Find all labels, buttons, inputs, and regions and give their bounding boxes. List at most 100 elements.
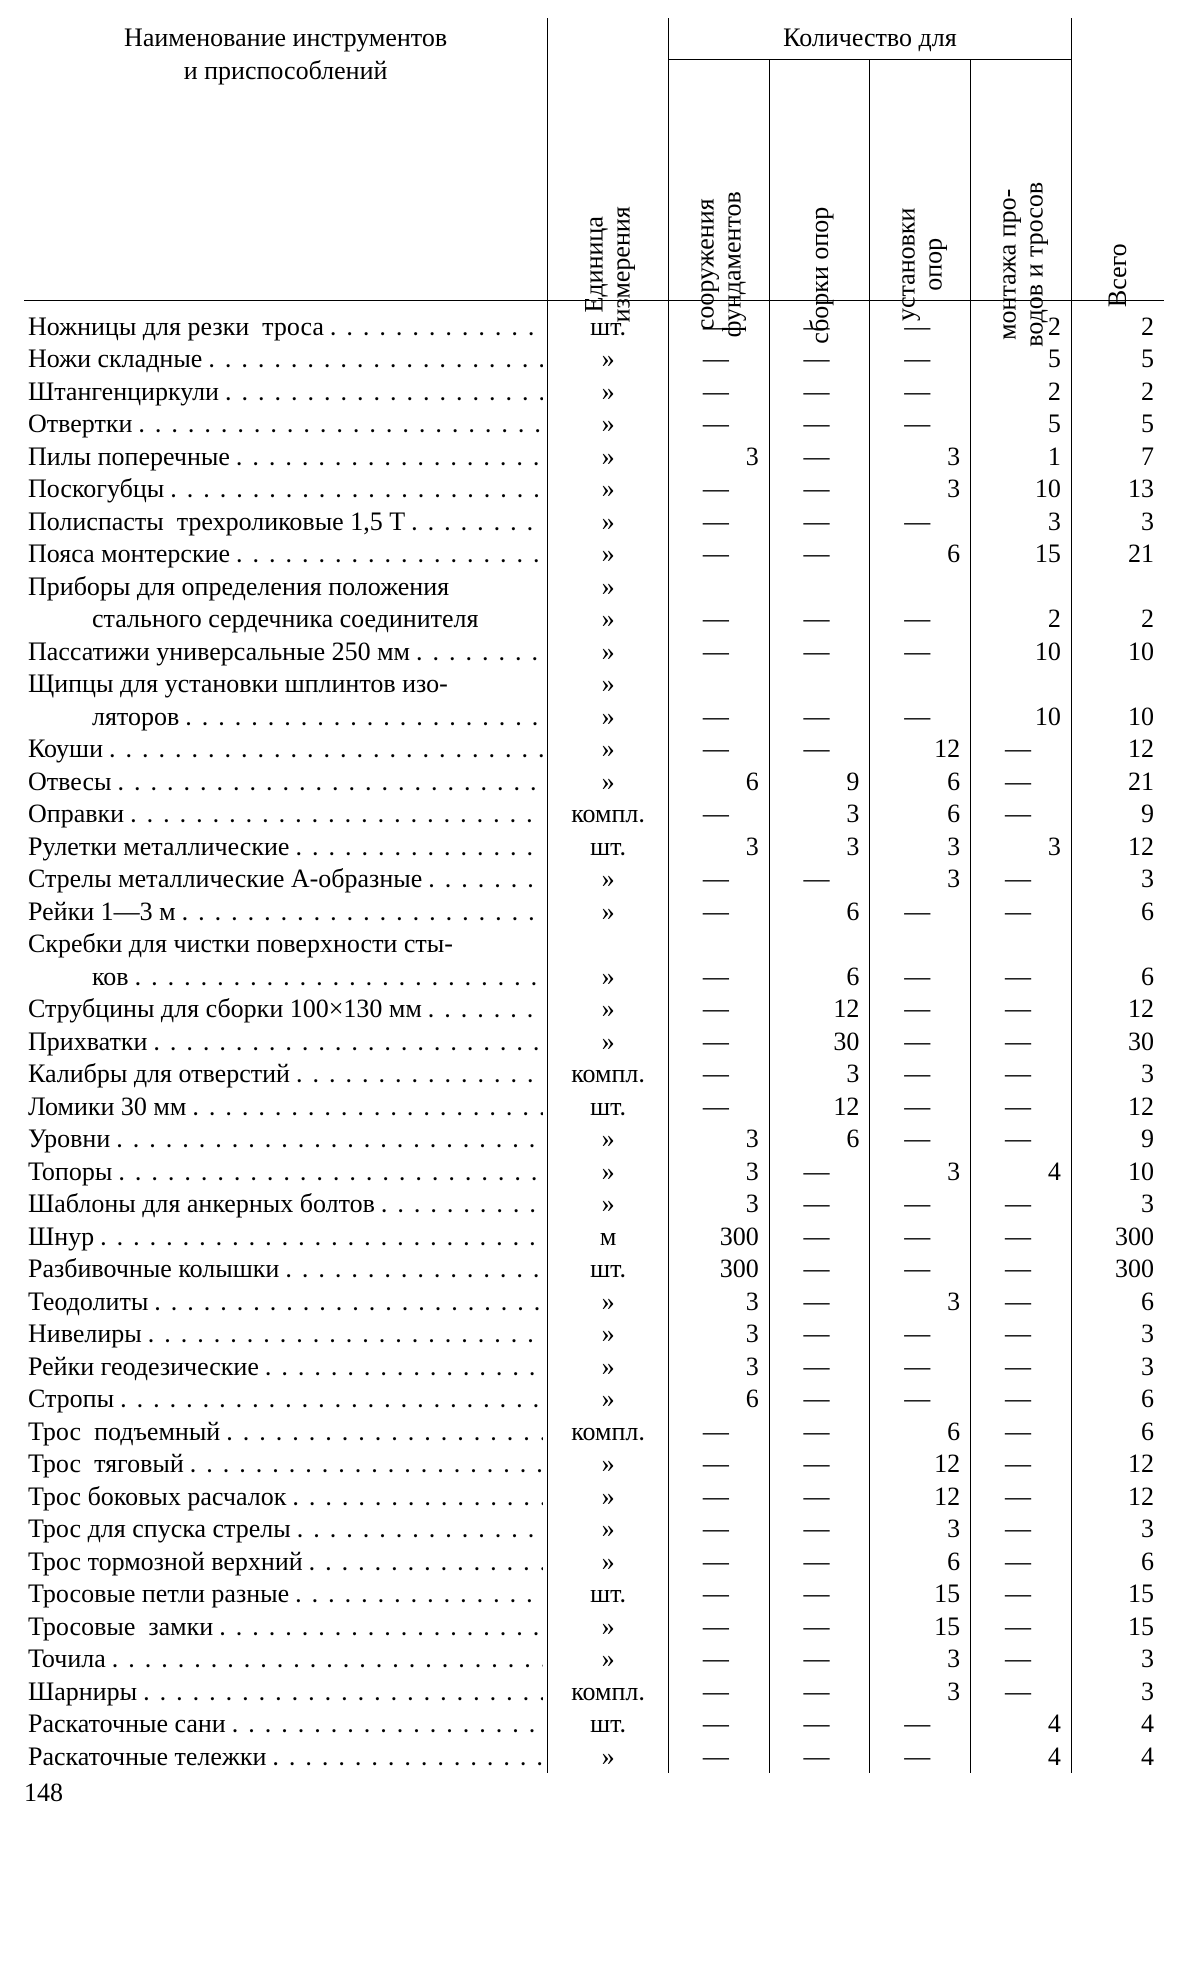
row-qty: 6 xyxy=(870,798,971,831)
row-qty: — xyxy=(669,1513,770,1546)
table-row: Струбцины для сборки 100×130 мм.........… xyxy=(24,993,1164,1026)
row-unit: » xyxy=(548,1513,669,1546)
row-qty: — xyxy=(971,1546,1072,1579)
header-name: Наименование инструментов и приспособлен… xyxy=(28,22,543,87)
table-body: Ножницы для резки троса.................… xyxy=(24,300,1164,1773)
row-total: 6 xyxy=(1071,1383,1164,1416)
row-name: Ломики 30 мм............................… xyxy=(24,1091,548,1124)
table-row: ков.....................................… xyxy=(24,961,1164,994)
row-qty: — xyxy=(769,1546,870,1579)
row-qty xyxy=(769,571,870,604)
row-name: Отвертки................................… xyxy=(24,408,548,441)
row-qty: — xyxy=(769,733,870,766)
row-unit: » xyxy=(548,441,669,474)
row-qty xyxy=(769,668,870,701)
row-qty: — xyxy=(971,1286,1072,1319)
row-unit: » xyxy=(548,571,669,604)
row-qty: — xyxy=(971,1026,1072,1059)
row-name: Тросовые петли разные...................… xyxy=(24,1578,548,1611)
row-unit xyxy=(548,928,669,961)
header-col-4: монтажа про- водов и тросов xyxy=(994,139,1049,389)
row-qty: — xyxy=(870,1188,971,1221)
row-total: 21 xyxy=(1071,766,1164,799)
row-unit: » xyxy=(548,1383,669,1416)
row-qty: — xyxy=(669,1676,770,1709)
row-total: 21 xyxy=(1071,538,1164,571)
row-name: Трос боковых расчалок...................… xyxy=(24,1481,548,1514)
row-total: 10 xyxy=(1071,636,1164,669)
row-name: Трос тяговый............................… xyxy=(24,1448,548,1481)
row-name: Шарниры.................................… xyxy=(24,1676,548,1709)
row-qty: 3 xyxy=(870,1676,971,1709)
row-total: 300 xyxy=(1071,1253,1164,1286)
row-name: Скребки для чистки поверхности сты- xyxy=(24,928,548,961)
row-qty: 15 xyxy=(870,1611,971,1644)
table-row: Скребки для чистки поверхности сты- xyxy=(24,928,1164,961)
row-qty: — xyxy=(669,603,770,636)
row-qty: — xyxy=(971,961,1072,994)
row-qty: — xyxy=(870,506,971,539)
row-qty: — xyxy=(769,1611,870,1644)
row-qty: 1 xyxy=(971,441,1072,474)
row-qty: 6 xyxy=(669,1383,770,1416)
row-qty: — xyxy=(769,1676,870,1709)
row-unit: » xyxy=(548,668,669,701)
row-qty: 3 xyxy=(870,473,971,506)
table-row: Пояса монтерские........................… xyxy=(24,538,1164,571)
table-row: Калибры для отверстий...................… xyxy=(24,1058,1164,1091)
row-qty: — xyxy=(769,506,870,539)
row-qty: — xyxy=(971,1643,1072,1676)
row-name: Стрелы металлические А-образные.........… xyxy=(24,863,548,896)
row-unit: » xyxy=(548,1123,669,1156)
row-total: 3 xyxy=(1071,1058,1164,1091)
row-qty: — xyxy=(669,538,770,571)
row-unit: » xyxy=(548,701,669,734)
row-qty: 6 xyxy=(669,766,770,799)
table-row: Коуши...................................… xyxy=(24,733,1164,766)
row-qty: — xyxy=(971,1091,1072,1124)
row-total: 3 xyxy=(1071,1676,1164,1709)
row-unit: шт. xyxy=(548,1578,669,1611)
row-qty: — xyxy=(669,1741,770,1774)
row-unit: компл. xyxy=(548,1058,669,1091)
row-total: 2 xyxy=(1071,603,1164,636)
table-row: Отвертки................................… xyxy=(24,408,1164,441)
row-unit: » xyxy=(548,1188,669,1221)
row-name: Шаблоны для анкерных болтов.............… xyxy=(24,1188,548,1221)
row-total: 10 xyxy=(1071,701,1164,734)
row-qty: — xyxy=(870,603,971,636)
row-qty: — xyxy=(669,1481,770,1514)
row-qty: 12 xyxy=(769,993,870,1026)
table-row: Раскаточные тележки.....................… xyxy=(24,1741,1164,1774)
row-name: Трос тормозной верхний..................… xyxy=(24,1546,548,1579)
row-total: 6 xyxy=(1071,1286,1164,1319)
row-qty: — xyxy=(971,798,1072,831)
row-qty: — xyxy=(870,636,971,669)
row-total: 15 xyxy=(1071,1611,1164,1644)
row-name: Штангенциркули..........................… xyxy=(24,376,548,409)
row-name: Оправки.................................… xyxy=(24,798,548,831)
table-row: Разбивочные колышки.....................… xyxy=(24,1253,1164,1286)
row-qty: 6 xyxy=(870,766,971,799)
row-qty: — xyxy=(971,1058,1072,1091)
row-qty: — xyxy=(669,993,770,1026)
row-unit: » xyxy=(548,1481,669,1514)
row-name: Стропы..................................… xyxy=(24,1383,548,1416)
row-qty: — xyxy=(870,701,971,734)
table-row: Трос боковых расчалок...................… xyxy=(24,1481,1164,1514)
row-unit: » xyxy=(548,1741,669,1774)
row-name: Пассатижи универсальные 250 мм..........… xyxy=(24,636,548,669)
row-qty: 4 xyxy=(971,1156,1072,1189)
tools-table: Наименование инструментов и приспособлен… xyxy=(24,18,1164,1773)
row-unit: » xyxy=(548,1643,669,1676)
row-unit: » xyxy=(548,733,669,766)
row-qty: — xyxy=(769,376,870,409)
row-qty: — xyxy=(669,1708,770,1741)
row-qty: — xyxy=(971,1351,1072,1384)
row-qty: — xyxy=(769,408,870,441)
row-qty: 5 xyxy=(971,408,1072,441)
row-total: 12 xyxy=(1071,993,1164,1026)
row-qty: — xyxy=(669,1026,770,1059)
table-row: Трос для спуска стрелы..................… xyxy=(24,1513,1164,1546)
table-row: Точила..................................… xyxy=(24,1643,1164,1676)
